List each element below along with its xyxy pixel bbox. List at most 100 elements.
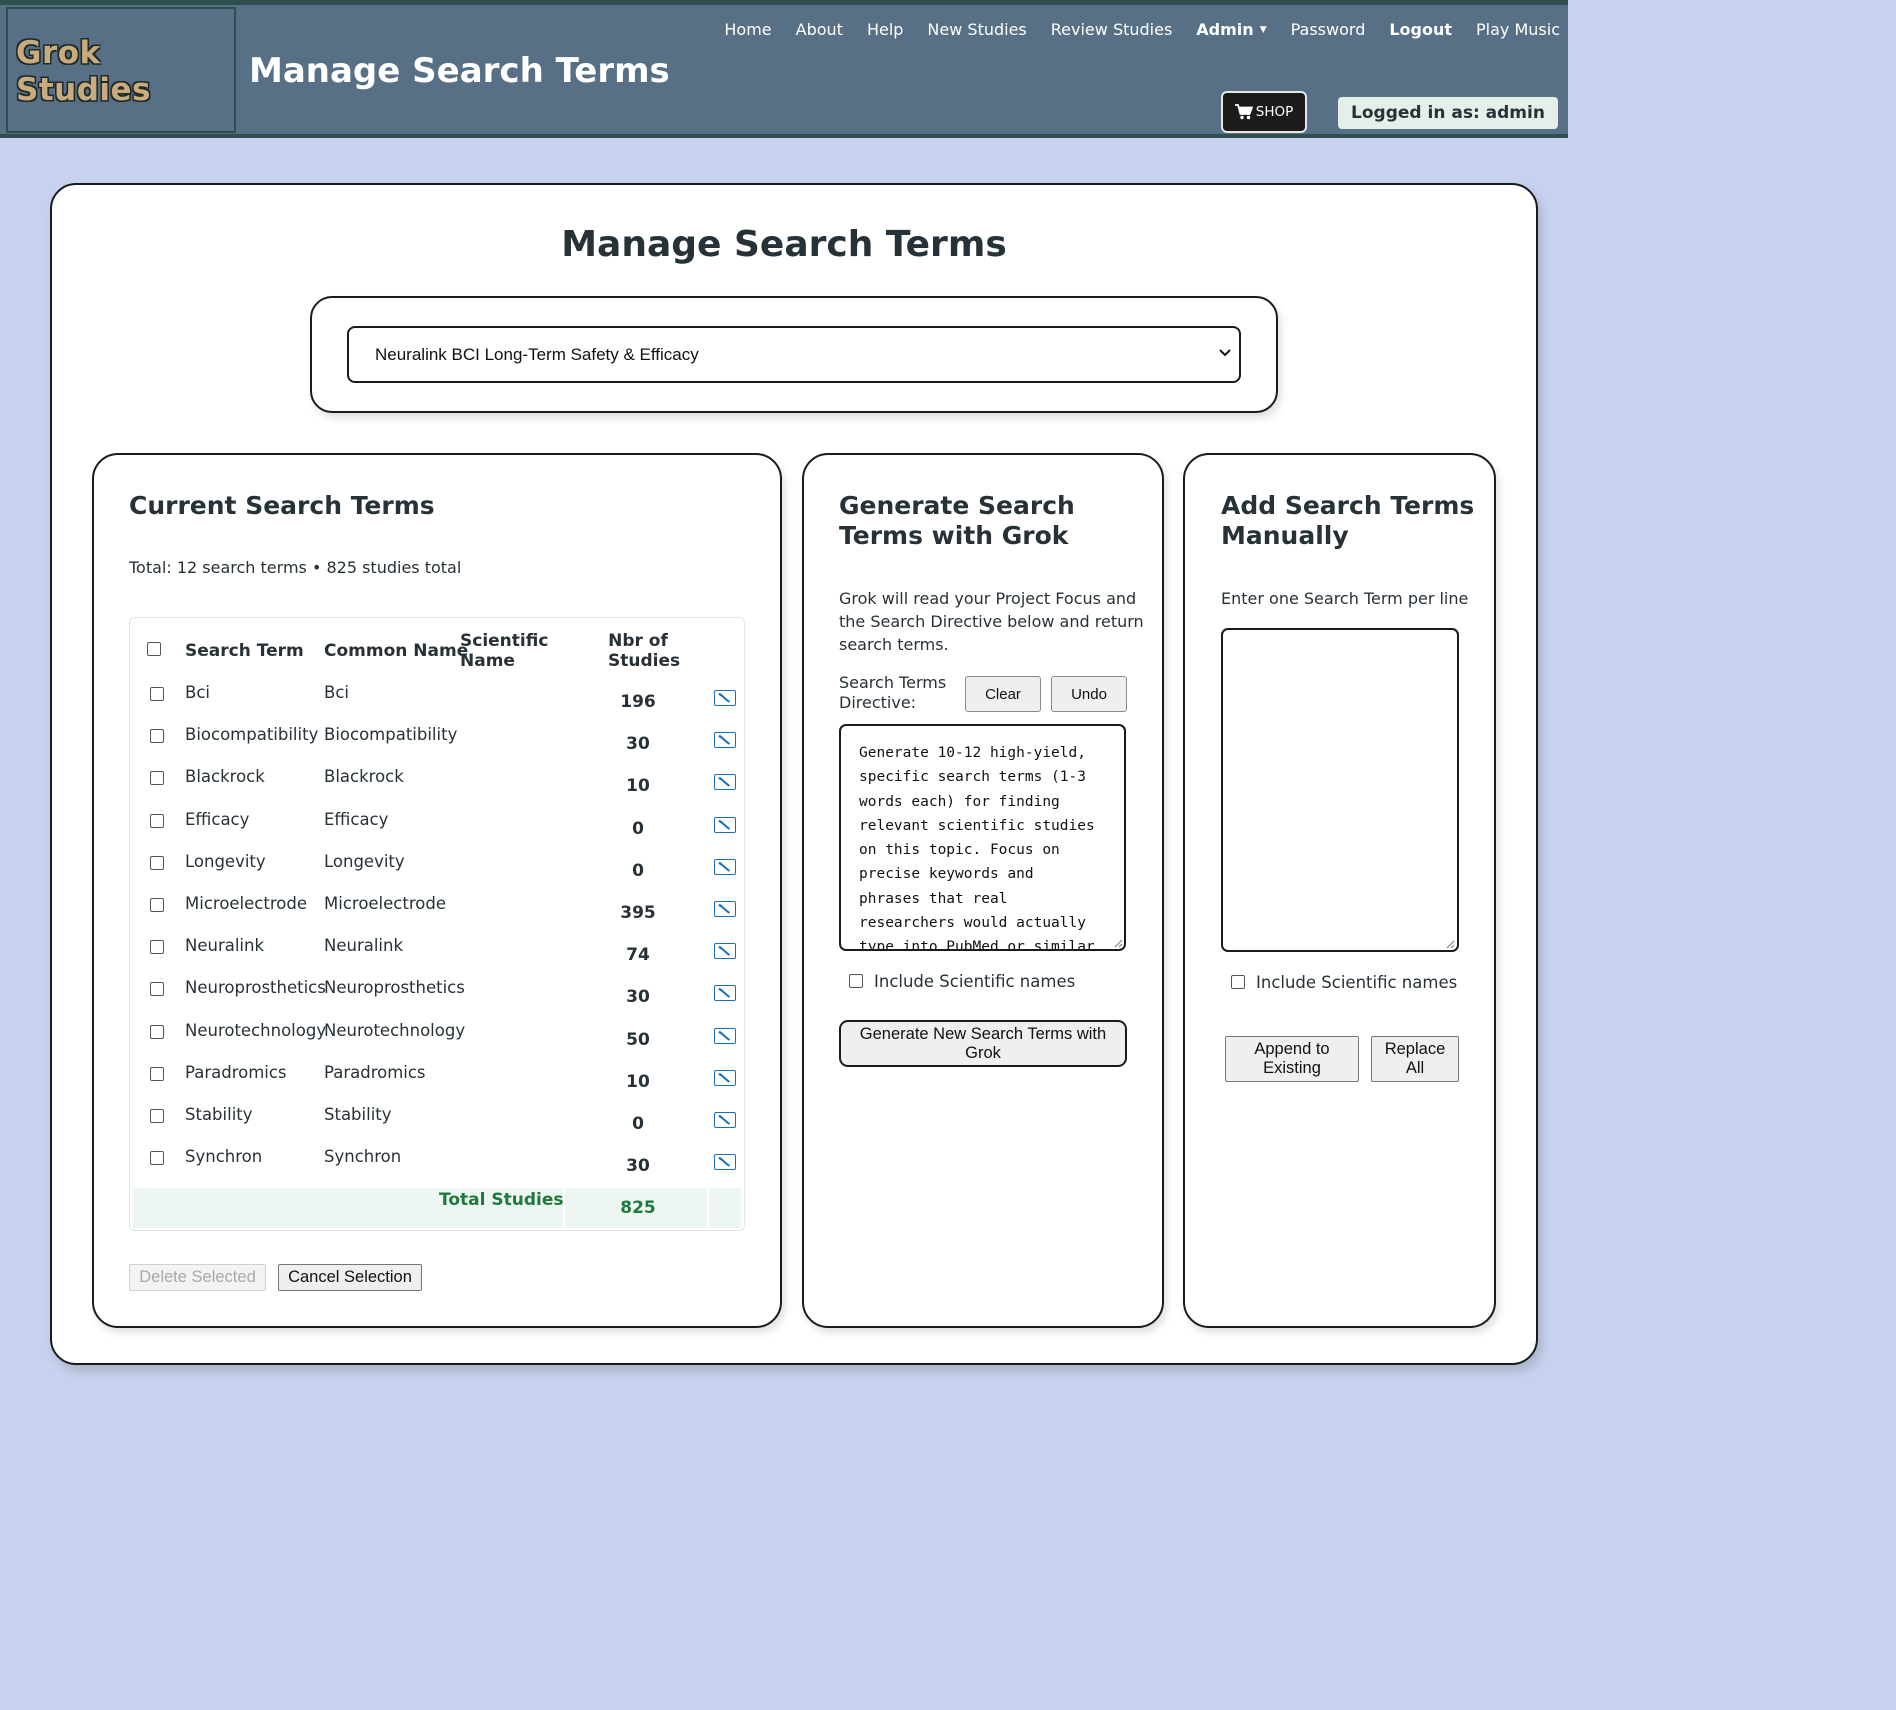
logged-in-badge: Logged in as: admin	[1338, 97, 1558, 129]
row-edit-button[interactable]	[714, 1070, 736, 1086]
nav-admin-label: Admin	[1196, 19, 1254, 39]
col-scientific-name-2: Name	[460, 651, 515, 671]
nav-admin-dropdown[interactable]: Admin ▼	[1196, 20, 1266, 39]
row-search-term: Neuralink	[185, 936, 265, 955]
main-title: Manage Search Terms	[561, 224, 1007, 265]
pencil-icon	[718, 946, 731, 956]
nav-new-studies[interactable]: New Studies	[927, 20, 1026, 39]
nav-logout[interactable]: Logout	[1389, 20, 1452, 39]
row-checkbox[interactable]	[150, 856, 164, 870]
row-search-term: Longevity	[185, 852, 266, 871]
row-common-name: Efficacy	[324, 810, 389, 829]
logo-line-1: Grok	[16, 35, 101, 71]
row-edit-button[interactable]	[714, 859, 736, 875]
nav-review-studies[interactable]: Review Studies	[1051, 20, 1173, 39]
append-to-existing-button[interactable]: Append to Existing	[1225, 1036, 1359, 1082]
row-edit-button[interactable]	[714, 817, 736, 833]
nav-about[interactable]: About	[796, 20, 843, 39]
current-terms-title: Current Search Terms	[129, 491, 435, 520]
generate-terms-button[interactable]: Generate New Search Terms with Grok	[839, 1020, 1127, 1067]
generate-title-2: Terms with Grok	[839, 521, 1069, 550]
row-edit-button[interactable]	[714, 1154, 736, 1170]
col-scientific-name-1: Scientific	[460, 631, 549, 651]
generate-desc-2: the Search Directive below and return	[839, 612, 1144, 631]
project-select-value: Neuralink BCI Long-Term Safety & Efficac…	[375, 344, 699, 364]
row-studies-count: 0	[632, 1114, 644, 1134]
row-edit-button[interactable]	[714, 732, 736, 748]
row-edit-button[interactable]	[714, 901, 736, 917]
row-checkbox[interactable]	[150, 771, 164, 785]
row-checkbox[interactable]	[150, 1067, 164, 1081]
total-studies-label: Total Studies	[439, 1190, 564, 1210]
append-label-2: Existing	[1263, 1059, 1321, 1077]
directive-text-line: specific search terms (1-3	[859, 769, 1086, 786]
row-checkbox[interactable]	[150, 982, 164, 996]
clear-button[interactable]: Clear	[965, 676, 1041, 712]
row-edit-button[interactable]	[714, 943, 736, 959]
row-common-name: Neurotechnology	[324, 1021, 466, 1040]
col-nbr-studies-1: Nbr of	[608, 631, 668, 651]
row-edit-button[interactable]	[714, 690, 736, 706]
replace-label-1: Replace	[1384, 1040, 1446, 1058]
shop-button[interactable]: SHOP	[1221, 91, 1307, 133]
row-checkbox[interactable]	[150, 940, 164, 954]
project-select[interactable]: Neuralink BCI Long-Term Safety & Efficac…	[347, 326, 1241, 383]
manual-terms-textarea[interactable]	[1221, 628, 1459, 952]
row-search-term: Blackrock	[185, 767, 265, 786]
append-label-1: Append to	[1254, 1040, 1330, 1058]
resize-grip-icon[interactable]	[1113, 938, 1123, 948]
pencil-icon	[718, 735, 731, 745]
row-checkbox[interactable]	[150, 687, 164, 701]
logo[interactable]: Grok Studies	[6, 7, 236, 133]
pencil-icon	[718, 862, 731, 872]
generate-button-label-2: Grok	[965, 1043, 1001, 1062]
row-search-term: Bci	[185, 683, 210, 702]
manual-hint: Enter one Search Term per line	[1221, 589, 1469, 608]
row-search-term: Neurotechnology	[185, 1021, 327, 1040]
row-studies-count: 0	[632, 819, 644, 839]
page-heading: Manage Search Terms	[249, 51, 670, 91]
row-checkbox[interactable]	[150, 814, 164, 828]
row-checkbox[interactable]	[150, 898, 164, 912]
row-search-term: Neuroprosthetics	[185, 978, 326, 997]
total-studies-value: 825	[620, 1198, 656, 1218]
row-common-name: Blackrock	[324, 767, 404, 786]
manual-title-1: Add Search Terms	[1221, 491, 1475, 520]
nav-home[interactable]: Home	[724, 20, 771, 39]
select-all-checkbox[interactable]	[147, 642, 161, 656]
nav-password[interactable]: Password	[1291, 20, 1366, 39]
row-checkbox[interactable]	[150, 1109, 164, 1123]
row-common-name: Longevity	[324, 852, 405, 871]
row-checkbox[interactable]	[150, 1151, 164, 1165]
nav-help[interactable]: Help	[867, 20, 903, 39]
delete-selected-button[interactable]: Delete Selected	[129, 1264, 266, 1291]
nav-play-music[interactable]: Play Music	[1476, 20, 1560, 39]
directive-text-line: Generate 10-12 high-yield,	[859, 745, 1086, 761]
row-search-term: Paradromics	[185, 1063, 287, 1082]
row-edit-button[interactable]	[714, 985, 736, 1001]
directive-text-line: words each) for finding	[859, 793, 1060, 810]
chevron-down-icon	[1219, 349, 1231, 357]
directive-text-line: precise keywords and	[859, 866, 1034, 883]
pencil-icon	[718, 1115, 731, 1125]
row-checkbox[interactable]	[150, 729, 164, 743]
row-search-term: Synchron	[185, 1147, 263, 1166]
resize-grip-icon[interactable]	[1445, 939, 1455, 949]
pencil-icon	[718, 988, 731, 998]
directive-textarea[interactable]: Generate 10-12 high-yield, specific searc…	[839, 724, 1126, 951]
manual-include-scientific-checkbox[interactable]	[1231, 975, 1245, 989]
row-studies-count: 0	[632, 861, 644, 881]
row-checkbox[interactable]	[150, 1025, 164, 1039]
cancel-selection-button[interactable]: Cancel Selection	[278, 1264, 422, 1291]
generate-include-scientific-checkbox[interactable]	[849, 974, 863, 988]
row-edit-button[interactable]	[714, 1028, 736, 1044]
generate-include-scientific-label: Include Scientific names	[874, 972, 1076, 991]
manual-include-scientific-label: Include Scientific names	[1256, 973, 1458, 992]
undo-button[interactable]: Undo	[1051, 676, 1127, 712]
row-edit-button[interactable]	[714, 1112, 736, 1128]
row-edit-button[interactable]	[714, 774, 736, 790]
row-common-name: Neuroprosthetics	[324, 978, 465, 997]
row-common-name: Microelectrode	[324, 894, 446, 913]
manual-title-2: Manually	[1221, 521, 1349, 550]
replace-all-button[interactable]: Replace All	[1371, 1036, 1459, 1082]
